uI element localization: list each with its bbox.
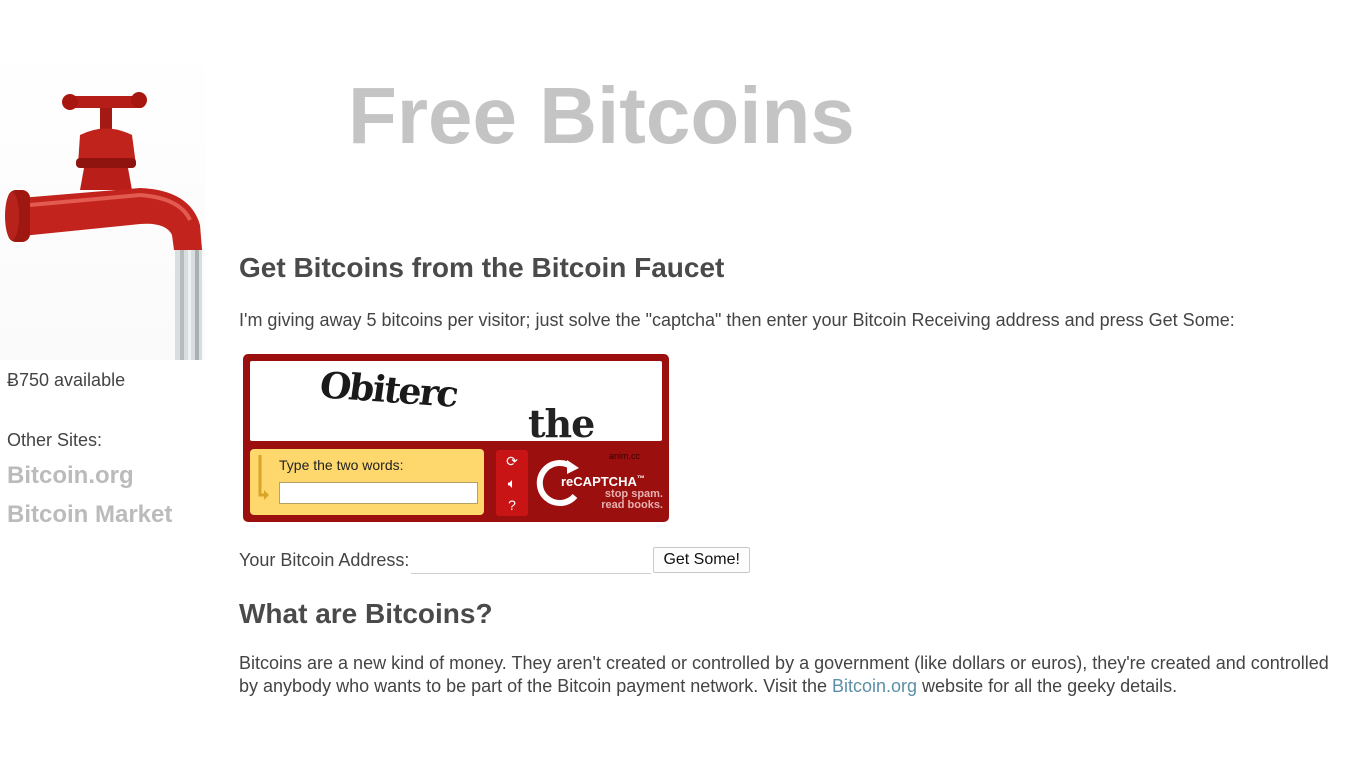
- link-bitcoin-market[interactable]: Bitcoin Market: [7, 495, 232, 534]
- intro-text: I'm giving away 5 bitcoins per visitor; …: [239, 310, 1235, 330]
- recaptcha-widget: Obiterc the Type the two words: ⟳ 🔈︎ ? r…: [243, 354, 669, 522]
- help-icon[interactable]: ?: [496, 494, 528, 516]
- page-title: Free Bitcoins: [348, 71, 855, 160]
- audio-icon[interactable]: 🔈︎: [496, 472, 528, 494]
- what-are-bitcoins-heading: What are Bitcoins?: [239, 598, 493, 629]
- faucet-image: [0, 40, 205, 360]
- bitcoin-address-input[interactable]: [411, 546, 652, 574]
- captcha-word-1: Obiterc: [317, 364, 460, 416]
- faucet-heading: Get Bitcoins from the Bitcoin Faucet: [239, 252, 725, 283]
- available-balance: Ƀ750 available: [7, 370, 126, 390]
- other-sites-label: Other Sites:: [7, 430, 103, 450]
- refresh-icon[interactable]: ⟳: [496, 450, 528, 472]
- get-some-button[interactable]: Get Some!: [653, 547, 750, 573]
- captcha-prompt: Type the two words:: [279, 457, 404, 473]
- captcha-input[interactable]: [279, 482, 478, 504]
- address-label: Your Bitcoin Address:: [239, 549, 410, 570]
- sidebar: Ƀ750 available Other Sites: Bitcoin.org …: [7, 368, 232, 534]
- bitcoin-description: Bitcoins are a new kind of money. They a…: [239, 653, 1329, 696]
- recaptcha-tagline: stop spam. read books.: [601, 488, 663, 511]
- main-content: Get Bitcoins from the Bitcoin Faucet I'm…: [239, 250, 1354, 698]
- arrow-icon: [258, 455, 269, 500]
- captcha-entry-box: Type the two words:: [250, 449, 484, 515]
- recaptcha-buttons: ⟳ 🔈︎ ?: [496, 450, 528, 516]
- recaptcha-small-text: anim.cc: [609, 451, 641, 461]
- description-bitcoin-org-link[interactable]: Bitcoin.org: [832, 676, 917, 696]
- link-bitcoin-org[interactable]: Bitcoin.org: [7, 456, 232, 495]
- faucet-illustration: [5, 92, 202, 360]
- captcha-image: Obiterc the: [250, 361, 662, 441]
- address-form: Your Bitcoin Address: Get Some!: [239, 546, 1354, 574]
- captcha-word-2: the: [528, 401, 595, 441]
- recaptcha-logo-text: reCAPTCHA™: [561, 474, 645, 489]
